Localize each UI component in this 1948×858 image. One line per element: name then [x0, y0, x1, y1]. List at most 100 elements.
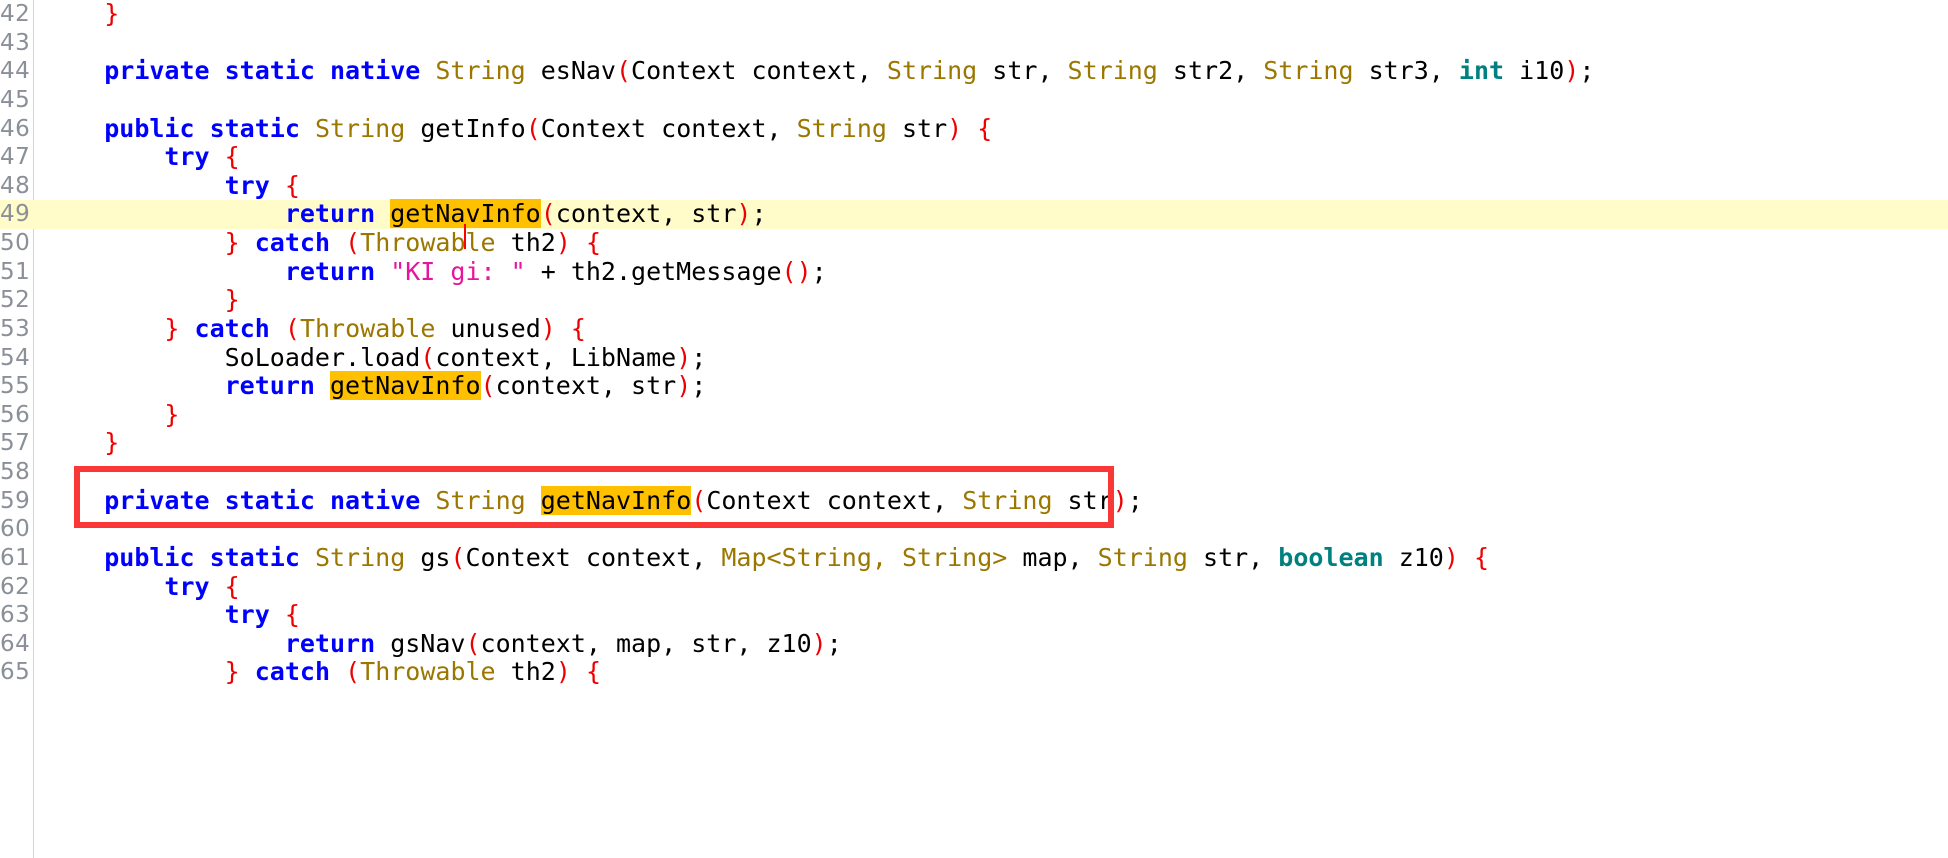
code-line-47[interactable]: 47 try { [0, 142, 1948, 172]
line-content[interactable]: try { [44, 572, 239, 602]
line-content[interactable]: return getNavInfo(context, str); [44, 199, 767, 250]
code-line-44[interactable]: 44 private static native String esNav(Co… [0, 56, 1948, 86]
line-content[interactable]: return gsNav(context, map, str, z10); [44, 628, 842, 659]
line-content[interactable]: public static String gs(Context context,… [44, 542, 1489, 573]
code-token: } [224, 228, 240, 257]
line-content[interactable]: } [44, 0, 119, 29]
code-line-43[interactable]: 43 [0, 29, 1948, 58]
line-number: 53 [0, 315, 31, 342]
code-line-45[interactable]: 45 [0, 86, 1948, 115]
line-number: 62 [0, 573, 31, 600]
code-token: esNav [525, 56, 616, 86]
code-line-59[interactable]: 59 private static native String getNavIn… [0, 485, 1948, 516]
code-lines-container[interactable]: 42 } 43 44 private static native String es… [0, 0, 1948, 687]
code-editor[interactable]: 42 } 43 44 private static native String es… [0, 0, 1948, 858]
line-content[interactable]: private static native String getNavInfo(… [44, 485, 1143, 516]
line-content[interactable]: try { [44, 171, 300, 201]
code-token: Context context, [465, 542, 722, 572]
code-token: catch [194, 313, 270, 343]
code-token: th2 [495, 657, 556, 687]
code-line-53[interactable]: 53 } catch (Throwable unused) { [0, 313, 1948, 344]
code-token: } [164, 399, 180, 429]
code-token: z10 [1383, 542, 1444, 572]
line-number: 42 [0, 1, 31, 27]
occurrence-highlight[interactable]: getNa [390, 199, 466, 229]
code-line-52[interactable]: 52 } [0, 285, 1948, 315]
code-token: String [435, 485, 526, 515]
line-content[interactable]: try { [44, 142, 239, 172]
code-token: ) [555, 228, 571, 257]
occurrence-highlight[interactable]: vInfo [465, 199, 541, 229]
code-token: String [796, 113, 887, 143]
code-line-42[interactable]: 42 } [0, 0, 1948, 29]
code-line-55[interactable]: 55 return getNavInfo(context, str); [0, 371, 1948, 401]
code-token: } [104, 428, 120, 458]
line-content[interactable]: return "KI gi: " + th2.getMessage(); [44, 257, 827, 287]
line-content[interactable]: } catch (Throwable th2) { [44, 228, 601, 258]
line-content[interactable]: try { [44, 600, 300, 630]
code-line-50[interactable]: 50 } catch (Throwable th2) { [0, 228, 1948, 258]
code-line-63[interactable]: 63 try { [0, 600, 1948, 630]
code-token: ) [811, 628, 827, 658]
code-line-58[interactable]: 58 [0, 458, 1948, 487]
code-line-46[interactable]: 46 public static String getInfo(Context … [0, 113, 1948, 144]
line-number: 55 [0, 373, 31, 400]
code-line-49[interactable]: 49 return getNavInfo(context, str); [0, 199, 1948, 250]
code-line-60[interactable]: 60 [0, 515, 1948, 544]
code-line-54[interactable]: 54 SoLoader.load(context, LibName); [0, 342, 1948, 373]
line-number: 47 [0, 144, 31, 171]
code-line-56[interactable]: 56 } [0, 399, 1948, 430]
occurrence-highlight[interactable]: getNavInfo [330, 371, 481, 401]
code-line-48[interactable]: 48 try { [0, 171, 1948, 201]
code-line-51[interactable]: 51 return "KI gi: " + th2.getMessage(); [0, 257, 1948, 287]
code-token: ; [1127, 485, 1143, 515]
occurrence-highlight[interactable]: getNavInfo [540, 485, 692, 515]
code-token: Context context, [631, 56, 887, 86]
line-content[interactable]: } catch (Throwable unused) { [44, 313, 586, 344]
code-token: ( [345, 228, 361, 257]
line-number: 50 [0, 230, 31, 256]
code-token: { [570, 313, 586, 343]
code-token: String [314, 542, 406, 572]
code-line-57[interactable]: 57 } [0, 429, 1948, 458]
code-token: private static native [104, 56, 421, 86]
code-token: ( [465, 628, 481, 658]
code-token: String [1097, 542, 1188, 572]
line-content[interactable]: SoLoader.load(context, LibName); [44, 342, 707, 373]
line-content[interactable]: } catch (Throwable th2) { [44, 658, 601, 687]
code-token: String [435, 56, 526, 86]
code-token: str [1052, 485, 1113, 515]
code-line-61[interactable]: 61 public static String gs(Context conte… [0, 542, 1948, 573]
line-content[interactable]: } [44, 429, 119, 458]
line-number: 44 [0, 58, 31, 85]
line-content[interactable]: } [44, 285, 240, 315]
code-token: ( [480, 371, 496, 401]
code-token: ( [284, 313, 300, 343]
code-token: Context context, [706, 485, 963, 515]
line-content[interactable]: public static String getInfo(Context con… [44, 113, 992, 144]
code-line-62[interactable]: 62 try { [0, 572, 1948, 602]
code-token: ) [676, 342, 692, 372]
code-line-65[interactable]: 65 } catch (Throwable th2) { [0, 658, 1948, 687]
line-number: 48 [0, 172, 31, 199]
code-line-64[interactable]: 64 return gsNav(context, map, str, z10); [0, 628, 1948, 659]
line-content[interactable]: } [44, 399, 180, 430]
code-token: ) [736, 199, 752, 229]
line-content[interactable]: return getNavInfo(context, str); [44, 371, 706, 401]
line-content[interactable]: private static native String esNav(Conte… [44, 56, 1594, 86]
